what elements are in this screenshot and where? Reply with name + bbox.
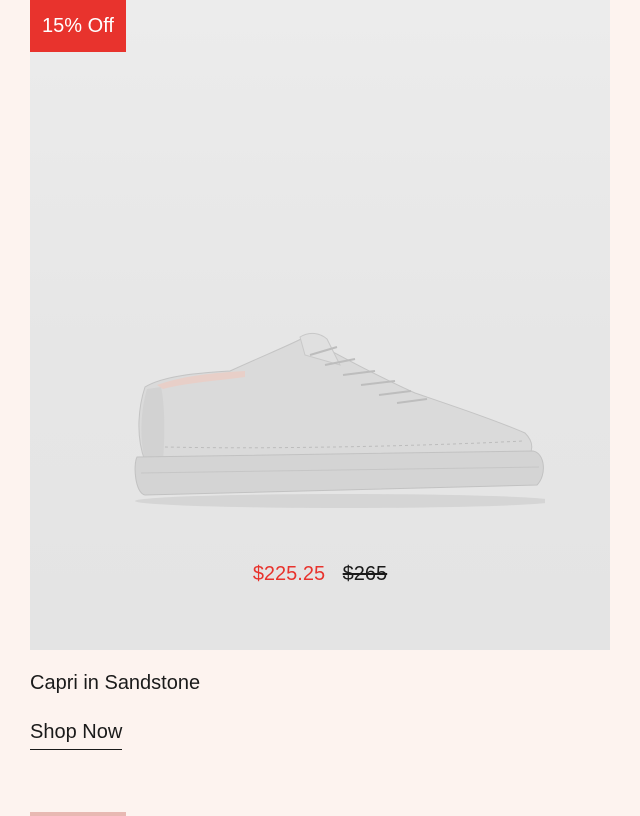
sneaker-image [134, 332, 545, 508]
product-name[interactable]: Capri in Sandstone [30, 672, 200, 695]
sale-price: $225.25 [252, 563, 326, 585]
next-card-badge-edge [30, 812, 126, 816]
product-image[interactable]: $225.25 $265 [30, 0, 610, 650]
shop-now-link[interactable]: Shop Now [30, 721, 123, 750]
price-row: $225.25 $265 [30, 563, 610, 586]
original-price: $265 [342, 563, 388, 585]
discount-badge: 15% Off [30, 0, 126, 52]
